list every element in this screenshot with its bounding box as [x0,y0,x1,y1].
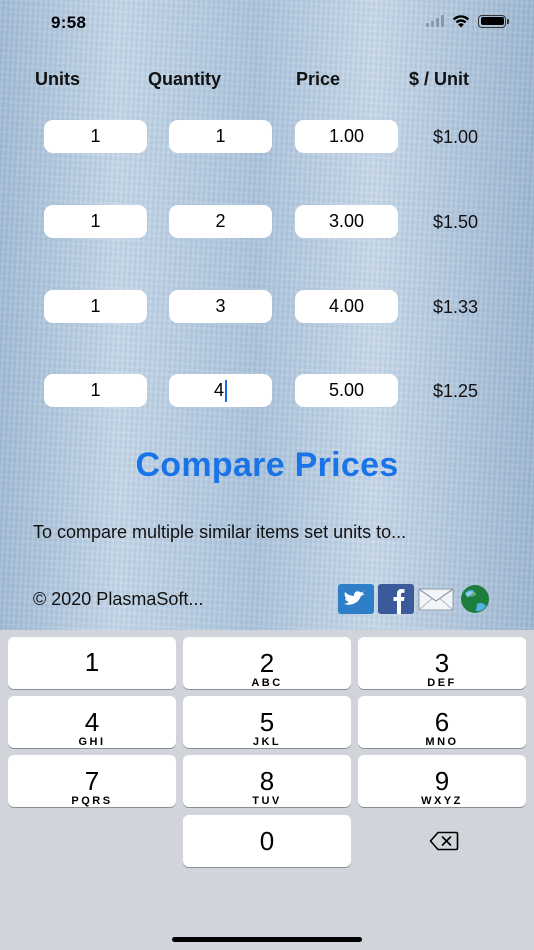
header-quantity: Quantity [148,69,222,89]
copyright-text: © 2020 PlasmaSoft... [33,589,204,609]
battery-icon [478,14,509,28]
backspace-icon[interactable] [416,829,472,853]
price-input[interactable]: 1.00 [295,120,398,153]
key-1[interactable]: 1 [8,637,176,689]
units-input[interactable]: 1 [44,205,147,238]
quantity-input[interactable]: 1 [169,120,272,153]
text-caret [225,379,227,402]
unit-price-value: $1.25 [433,381,479,401]
numeric-keypad: 1 2 ABC 3 DEF 4 GHI 5 JKL 6 MNO 7 PQRS 8 TUV 9W… [0,630,534,950]
wifi-icon [452,15,470,28]
quantity-input[interactable]: 3 [169,290,272,323]
compare-prices-button[interactable]: Compare Prices [0,446,534,485]
status-time: 9:58 [51,13,87,32]
header-price: Price [296,69,341,89]
header-units: Units [35,69,80,89]
key-6[interactable]: 6 MNO [358,696,526,748]
key-0[interactable]: 0 [183,815,351,867]
unit-price-value: $1.00 [433,127,479,147]
status-icons [426,14,509,28]
price-input[interactable]: 3.00 [295,205,398,238]
unit-price-value: $1.50 [433,212,479,232]
key-2[interactable]: 2 ABC [183,637,351,689]
home-indicator [172,937,362,942]
quantity-input[interactable]: 2 [169,205,272,238]
email-icon[interactable] [418,584,454,614]
unit-price-value: $1.33 [433,297,479,317]
quantity-input-focused[interactable]: 4 [169,374,272,407]
status-bar: 9:58 [0,0,534,48]
cellular-signal-icon [426,15,444,27]
units-input[interactable]: 1 [44,290,147,323]
units-input[interactable]: 1 [44,374,147,407]
key-8[interactable]: 8 TUV [183,755,351,807]
hint-text: To compare multiple similar items set un… [33,522,407,542]
key-9[interactable]: 9 WXYZ [358,755,526,807]
price-input[interactable]: 5.00 [295,374,398,407]
header-per-unit: $ / Unit [409,69,470,89]
twitter-icon[interactable] [338,584,374,614]
key-7[interactable]: 7 PQRS [8,755,176,807]
facebook-icon[interactable] [378,584,414,614]
key-5[interactable]: 5 JKL [183,696,351,748]
key-4[interactable]: 4 GHI [8,696,176,748]
price-input[interactable]: 4.00 [295,290,398,323]
units-input[interactable]: 1 [44,120,147,153]
key-3[interactable]: 3 DEF [358,637,526,689]
globe-icon[interactable] [457,584,493,614]
